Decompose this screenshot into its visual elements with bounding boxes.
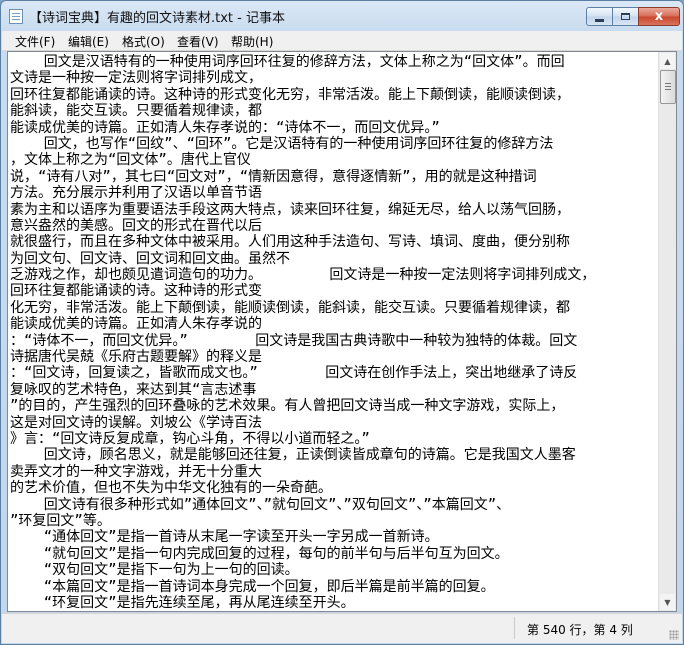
text-line: 能斜读，能交互读。只要循着规律读，都 bbox=[10, 103, 262, 120]
arrow-down-icon: ▼ bbox=[664, 597, 671, 607]
grip-line bbox=[665, 89, 671, 90]
document-text[interactable]: 回文是汉语特有的一种使用词序回环往复的修辞方法，文体上称之为“回文体”。而回 文诗… bbox=[10, 54, 658, 609]
text-line: 复咏叹的艺术特色，来达到其“言志述事 bbox=[10, 381, 257, 398]
text-line: ”环复回文”等。 bbox=[10, 512, 111, 529]
text-line: ：“诗体不一，而回文优异。” 回文诗是我国古典诗歌中一种较为独特的体裁。回文 bbox=[10, 332, 578, 349]
text-line: “环复回文”是指先连续至尾，再从尾连续至开头。 bbox=[10, 594, 355, 609]
text-line: 回环往复都能诵读的诗。这种诗的形式变化无穷，非常活泼。能上下颠倒读，能顺读倒读， bbox=[10, 86, 570, 103]
close-icon: x bbox=[654, 9, 664, 24]
text-line: 回文，也写作“回纹”、“回环”。它是汉语特有的一种使用词序回环往复的修辞方法 bbox=[10, 135, 554, 152]
text-line: 意兴盎然的美感。回文的形式在晋代以后 bbox=[10, 217, 262, 234]
minimize-icon bbox=[595, 18, 604, 22]
menu-bar: 文件(F) 编辑(E) 格式(O) 查看(V) 帮助(H) bbox=[2, 31, 682, 51]
title-bar[interactable]: 【诗词宝典】有趣的回文诗素材.txt - 记事本 x bbox=[1, 1, 683, 31]
menu-view[interactable]: 查看(V) bbox=[177, 33, 219, 50]
close-button[interactable]: x bbox=[638, 7, 680, 26]
menu-format[interactable]: 格式(O) bbox=[122, 33, 165, 50]
text-line: “就句回文”是指一句内完成回复的过程，每句的前半句与后半句互为回文。 bbox=[10, 545, 509, 562]
text-line: 这是对回文诗的误解。刘坡公《学诗百法 bbox=[10, 414, 262, 431]
cursor-position: 第 540 行，第 4 列 bbox=[527, 623, 633, 637]
scroll-up-button[interactable]: ▲ bbox=[660, 53, 675, 69]
text-line: 》言：“回文诗反复成章，钩心斗角，不得以小道而轻之。” bbox=[10, 430, 370, 447]
grip-line bbox=[665, 86, 671, 87]
notepad-window: 【诗词宝典】有趣的回文诗素材.txt - 记事本 x 文件(F) 编辑(E) 格… bbox=[0, 0, 684, 645]
text-line: “本篇回文”是指一首诗词本身完成一个回复，即后半篇是前半篇的回复。 bbox=[10, 578, 495, 595]
text-line: 为回文句、回文诗、回文词和回文曲。虽然不 bbox=[10, 250, 290, 267]
menu-help[interactable]: 帮助(H) bbox=[231, 33, 273, 50]
maximize-button[interactable] bbox=[612, 7, 639, 26]
text-line: 能读成优美的诗篇。正如清人朱存孝说的：“诗体不一，而回文优异。” bbox=[10, 119, 440, 136]
text-line: 化无穷，非常活泼。能上下颠倒读，能顺读倒读，能斜读，能交互读。只要循着规律读，都 bbox=[10, 299, 570, 316]
text-line: 卖弄文才的一种文字游戏，并无十分重大 bbox=[10, 463, 262, 480]
menu-edit[interactable]: 编辑(E) bbox=[68, 33, 109, 50]
text-line: 的艺术价值，但也不失为中华文化独有的一朵奇葩。 bbox=[10, 480, 332, 497]
text-line: “双句回文”是指下一句为上一句的回读。 bbox=[10, 562, 299, 579]
text-line: 诗据唐代吴兢《乐府古题要解》的释义是 bbox=[10, 349, 262, 366]
text-line: ，文体上称之为“回文体”。唐代上官仪 bbox=[10, 152, 251, 169]
text-line: 回文诗有很多种形式如”通体回文”、”就句回文”、”双句回文”、”本篇回文”、 bbox=[10, 496, 511, 513]
menu-file[interactable]: 文件(F) bbox=[15, 33, 55, 50]
text-line: ：“回文诗，回复读之，皆歌而成文也。” 回文诗在创作手法上，突出地继承了诗反 bbox=[10, 365, 578, 382]
status-bar: 第 540 行，第 4 列 bbox=[2, 613, 682, 643]
text-line: 回环往复都能诵读的诗。这种诗的形式变 bbox=[10, 283, 262, 300]
arrow-up-icon: ▲ bbox=[664, 56, 671, 66]
vertical-scrollbar[interactable]: ▲ ▼ bbox=[658, 52, 676, 611]
minimize-button[interactable] bbox=[586, 7, 613, 26]
maximize-icon bbox=[621, 13, 630, 20]
status-divider bbox=[514, 617, 515, 639]
text-line: 说，“诗有八对”，其七曰“回文对”，“情新因意得，意得逐情新”，用的就是这种措词 bbox=[10, 168, 537, 185]
scroll-thumb[interactable] bbox=[660, 70, 676, 104]
text-line: 回文诗，顾名思义，就是能够回还往复，正读倒读皆成章句的诗篇。它是我国文人墨客 bbox=[10, 447, 576, 464]
text-line: 能读成优美的诗篇。正如清人朱存孝说的 bbox=[10, 316, 262, 333]
scroll-down-button[interactable]: ▼ bbox=[660, 594, 675, 610]
text-line: “通体回文”是指一首诗从末尾一字读至开头一字另成一首新诗。 bbox=[10, 529, 439, 546]
text-line: 方法。充分展示并利用了汉语以单音节语 bbox=[10, 185, 262, 202]
text-line: 就很盛行，而且在多种文体中被采用。人们用这种手法造句、写诗、填词、度曲，便分别称 bbox=[10, 234, 570, 251]
text-line: 素为主和以语序为重要语法手段这两大特点，读来回环往复，绵延无尽，给人以荡气回肠， bbox=[10, 201, 570, 218]
resize-grip[interactable] bbox=[669, 630, 679, 640]
notepad-icon[interactable] bbox=[9, 9, 23, 24]
text-editor[interactable]: 回文是汉语特有的一种使用词序回环往复的修辞方法，文体上称之为“回文体”。而回 文诗… bbox=[7, 51, 677, 612]
text-line: 乏游戏之作，却也颇见遣词造句的功力。 回文诗是一种按一定法则将字词排列成文， bbox=[10, 267, 596, 284]
text-line: 文诗是一种按一定法则将字词排列成文， bbox=[10, 70, 262, 87]
grip-line bbox=[665, 83, 671, 84]
text-line: ”的目的，产生强烈的回环叠咏的艺术效果。有人曾把回文诗当成一种文字游戏，实际上， bbox=[10, 398, 565, 415]
text-line: 回文是汉语特有的一种使用词序回环往复的修辞方法，文体上称之为“回文体”。而回 bbox=[10, 54, 565, 70]
window-title: 【诗词宝典】有趣的回文诗素材.txt - 记事本 bbox=[29, 11, 285, 26]
